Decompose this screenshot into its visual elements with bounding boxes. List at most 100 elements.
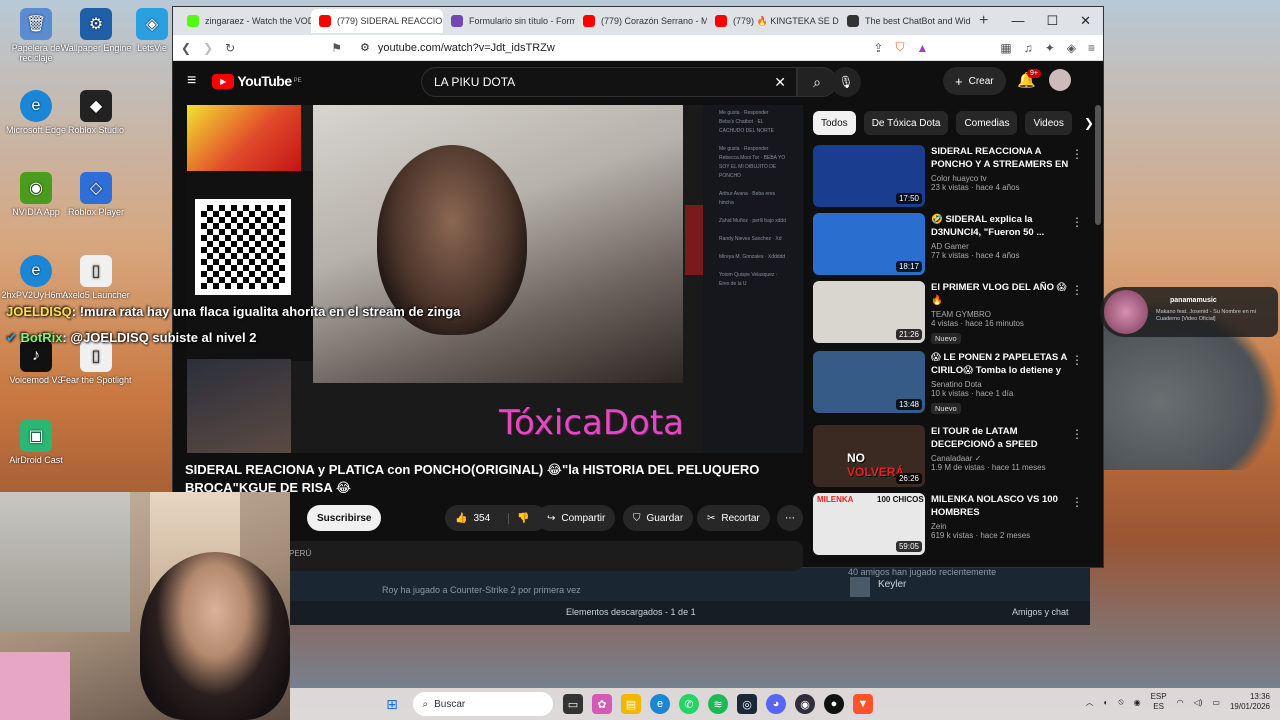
battery-icon[interactable]: ▭ [1212,698,1220,707]
tab-forms[interactable]: Formulario sin título - Form [443,9,575,33]
more-vert-icon[interactable]: ⋮ [1071,147,1083,161]
video-thumbnail[interactable]: 17:50 [813,145,925,207]
rewards-icon[interactable]: ▲ [916,41,928,55]
search-input[interactable]: LA PIKU DOTA ✕ [421,67,797,97]
site-info-icon[interactable]: ⚙ [360,41,370,54]
avatar[interactable] [1049,69,1071,91]
close-window-icon[interactable]: ✕ [1080,13,1091,29]
chip-comedy[interactable]: Comedias [956,111,1018,135]
share-button[interactable]: ↪ Compartir [537,505,616,531]
steam-downloads[interactable]: Elementos descargados - 1 de 1 [566,607,696,617]
app-icon[interactable]: ● [824,694,844,714]
maximize-icon[interactable]: ☐ [1046,13,1058,29]
desktop-icon-roblox-player[interactable]: ◇ Roblox Player [60,172,132,217]
chevron-right-icon[interactable]: ❯ [1084,111,1094,135]
tab-youtube-2[interactable]: (779) Corazón Serrano - Mi [575,9,707,33]
recommendation-item[interactable]: NO VOLVERÁ 26:26 El TOUR de LATAM DECEPC… [813,425,1083,487]
video-thumbnail[interactable]: 13:48 [813,351,925,413]
video-thumbnail[interactable]: 21:26 [813,281,925,343]
video-player[interactable]: Me gusta · Responder Bebo's Chatbot · EL … [187,105,803,453]
media-icon[interactable]: ♫ [1024,41,1033,55]
youtube-logo-text[interactable]: YouTube [237,73,292,89]
reload-icon[interactable]: ↻ [225,41,235,55]
more-actions-button[interactable]: ⋯ [777,505,803,531]
now-playing-overlay: panamamusic Makano feat. Josenid - Su No… [1100,287,1278,337]
discord-icon[interactable]: ◕ [766,694,786,714]
forward-icon[interactable]: ❯ [203,41,213,55]
video-thumbnail[interactable]: NO VOLVERÁ 26:26 [813,425,925,487]
windows-start-icon[interactable]: ⊞ [382,694,402,714]
youtube-icon [319,15,331,27]
clip-button[interactable]: ✂ Recortar [697,505,770,531]
brave-shield-icon[interactable]: ⛉ [895,40,904,55]
tray-app-icon[interactable]: ◐ [1104,698,1109,707]
steam-window[interactable]: Roy ha jugado a Counter-Strike 2 por pri… [290,567,1090,625]
more-vert-icon[interactable]: ⋮ [1071,215,1083,229]
recommendation-item[interactable]: 21:26 El PRIMER VLOG DEL AÑO 😱 🔥 TEAM GY… [813,281,1083,344]
clear-search-icon[interactable]: ✕ [774,74,786,91]
spotify-icon[interactable]: ≋ [708,694,728,714]
tab-kick[interactable]: zingaraez - Watch the VOD [179,9,311,33]
back-icon[interactable]: ❮ [181,41,191,55]
share-icon[interactable]: ⇪ [873,41,883,55]
recommendation-item[interactable]: 13:48 😱 LE PONEN 2 PAPELETAS A CIRILO😱 T… [813,351,1083,414]
wifi-icon[interactable]: ◠ [1177,698,1184,707]
file-explorer-icon[interactable]: ▤ [621,694,641,714]
tray-nvidia-icon[interactable]: ◉ [1134,698,1141,707]
bookmark-icon[interactable]: ⚑ [331,41,342,55]
extensions-icon[interactable]: ✦ [1045,41,1055,55]
recommendation-item[interactable]: MILENKA 100 CHICOS 59:05 MILENKA NOLASCO… [813,493,1083,555]
brave-icon[interactable]: ▼ [853,694,873,714]
obs-icon[interactable]: ◉ [795,694,815,714]
voice-search-button[interactable]: 🎙 [831,67,861,97]
thumbs-down-icon[interactable]: 👎 [508,512,530,524]
desktop-icon-fear-spotlight[interactable]: ▯ Fear the Spotlight [60,340,132,385]
more-vert-icon[interactable]: ⋮ [1071,283,1083,297]
more-vert-icon[interactable]: ⋮ [1071,495,1083,509]
wallet-icon[interactable]: ◈ [1067,41,1076,55]
desktop-icon-roblox-studio[interactable]: ◆ Roblox Studio [60,90,132,135]
recommendation-item[interactable]: 18:17 🤣 SIDERAL explica la D3NUNCI4, "Fu… [813,213,1083,275]
tray-mic-icon[interactable]: ⦸ [1118,697,1123,707]
save-button[interactable]: ⛉ Guardar [623,505,694,531]
more-vert-icon[interactable]: ⋮ [1071,427,1083,441]
desktop-icon-airdroid[interactable]: ▣ AirDroid Cast [0,420,72,465]
create-button[interactable]: + Crear [943,67,1006,95]
more-vert-icon[interactable]: ⋮ [1071,353,1083,367]
recommendation-item[interactable]: 17:50 SIDERAL REACCIONA A PONCHO Y A STR… [813,145,1083,207]
minimize-icon[interactable]: — [1011,13,1024,29]
chevron-up-icon[interactable]: ︿ [1086,697,1094,708]
whatsapp-icon[interactable]: ✆ [679,694,699,714]
language-indicator[interactable]: ESP ES [1151,692,1167,712]
task-view-icon[interactable]: ▭ [563,694,583,714]
steam-friends-chat[interactable]: Amigos y chat [1012,607,1069,617]
subscribe-button[interactable]: Suscribirse [307,505,382,531]
desktop-icon-letsview[interactable]: ◈ LetsVie [132,8,172,53]
new-tab-button[interactable]: + [971,12,996,30]
chip-channel[interactable]: De Tóxica Dota [863,111,949,135]
address-bar[interactable]: ⚙ youtube.com/watch?v=Jdt_idsTRZw [354,38,861,58]
scrollbar[interactable] [1095,105,1101,225]
clock[interactable]: 13:36 19/01/2026 [1230,692,1270,712]
tab-youtube-active[interactable]: (779) SIDERAL REACCIONA ✕ [311,9,443,33]
desktop-icon-wallpaper-engine[interactable]: ⚙ Wallpaper Engine [60,8,132,53]
wallpaper-engine-icon: ⚙ [80,8,112,40]
menu-icon[interactable]: ≡ [1088,41,1095,55]
like-button[interactable]: 👍 354 👎 [445,505,547,531]
taskbar-search[interactable]: ⌕ Buscar [412,692,553,716]
chip-all[interactable]: Todos [813,111,856,135]
copilot-icon[interactable]: ✿ [592,694,612,714]
volume-icon[interactable]: ◁) [1194,698,1203,707]
sidebar-icon[interactable]: ▦ [1000,41,1011,55]
desktop-icon-axelo-launcher[interactable]: ▯ Axelo5 Launcher [60,255,132,300]
steam-friend-name[interactable]: Keyler [878,579,906,590]
youtube-logo-icon[interactable]: ▶ [212,73,235,89]
tab-youtube-3[interactable]: (779) 🔥 KINGTEKA SE DISC [707,9,839,33]
video-thumbnail[interactable]: 18:17 [813,213,925,275]
chip-videos[interactable]: Videos [1025,111,1072,135]
tab-chatbot[interactable]: The best ChatBot and Widge [839,9,971,33]
video-thumbnail[interactable]: MILENKA 100 CHICOS 59:05 [813,493,925,555]
steam-icon[interactable]: ◎ [737,694,757,714]
edge-icon[interactable]: e [650,694,670,714]
hamburger-menu-icon[interactable]: ≡ [187,72,196,90]
